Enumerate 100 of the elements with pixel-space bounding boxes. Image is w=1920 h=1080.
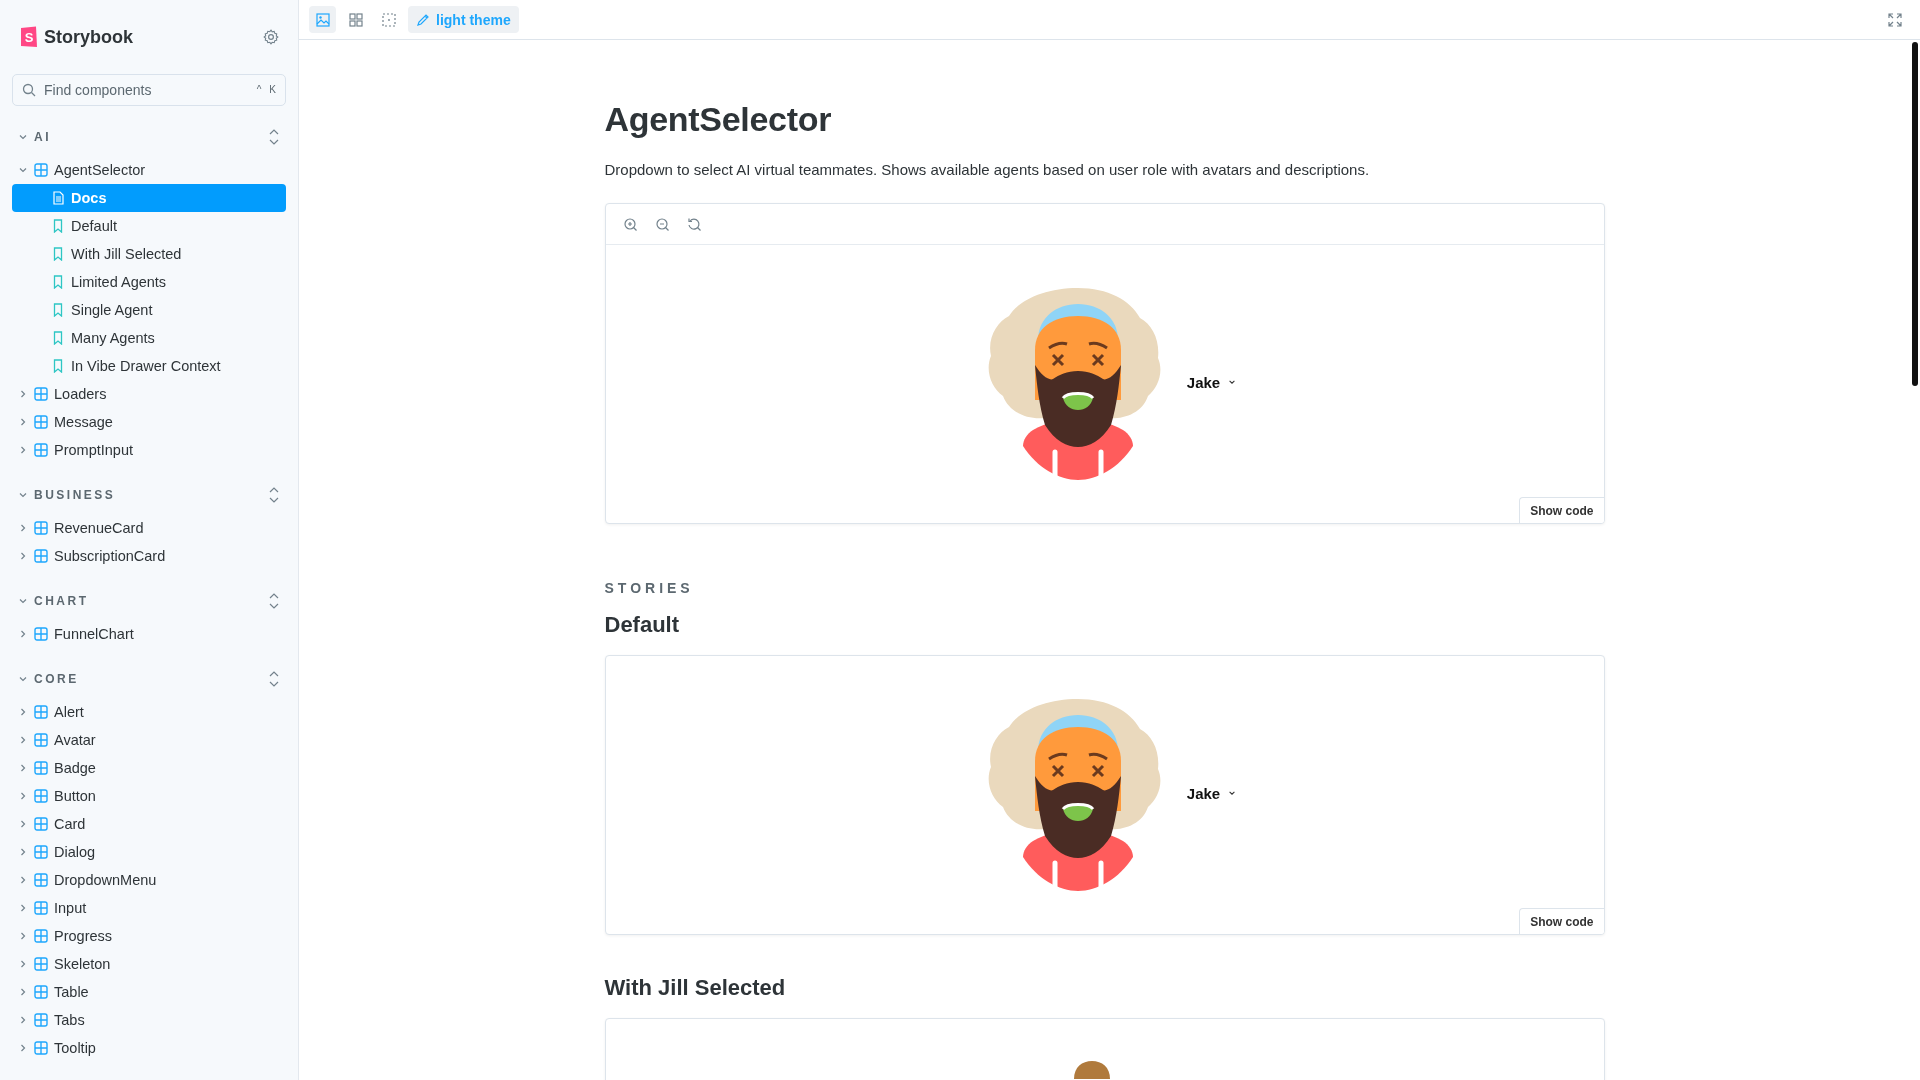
chevron-down-icon bbox=[18, 674, 28, 684]
shortcut-key: ^ bbox=[256, 84, 262, 95]
tree-item[interactable]: Dialog bbox=[12, 838, 286, 866]
reset-icon bbox=[686, 217, 701, 231]
tree-item[interactable]: Avatar bbox=[12, 726, 286, 754]
show-code-button[interactable]: Show code bbox=[1519, 908, 1604, 934]
bookmark-icon bbox=[51, 303, 65, 317]
component-grid-icon bbox=[34, 789, 48, 803]
gear-icon bbox=[263, 29, 279, 45]
chevron-right-icon bbox=[18, 1015, 28, 1025]
chevron-right-icon bbox=[18, 735, 28, 745]
component-grid-icon bbox=[34, 549, 48, 563]
settings-button[interactable] bbox=[262, 28, 280, 46]
tree-item[interactable]: Message bbox=[12, 408, 286, 436]
scrollbar-thumb[interactable] bbox=[1912, 42, 1918, 386]
show-code-button[interactable]: Show code bbox=[1519, 497, 1604, 523]
component-grid-icon bbox=[34, 957, 48, 971]
expand-collapse-icon bbox=[268, 128, 280, 146]
tree-item[interactable]: AgentSelector bbox=[12, 156, 286, 184]
tree-item[interactable]: Badge bbox=[12, 754, 286, 782]
component-grid-icon bbox=[34, 761, 48, 775]
tree-item[interactable]: Input bbox=[12, 894, 286, 922]
component-grid-icon bbox=[34, 845, 48, 859]
toolbar-button[interactable] bbox=[309, 6, 336, 33]
chevron-right-icon bbox=[18, 987, 28, 997]
logo-icon: S bbox=[20, 26, 38, 48]
chevron-right-icon bbox=[18, 1043, 28, 1053]
brand-name: Storybook bbox=[44, 26, 133, 48]
chevron-right-icon bbox=[18, 875, 28, 885]
tree-item[interactable]: Tabs bbox=[12, 1006, 286, 1034]
story-heading: Default bbox=[604, 612, 681, 638]
component-grid-icon bbox=[34, 985, 48, 999]
zoom-out-icon bbox=[654, 217, 669, 231]
chevron-down-icon bbox=[18, 165, 28, 175]
tree-item[interactable]: Many Agents bbox=[12, 324, 286, 352]
tree-item[interactable]: Table bbox=[12, 978, 286, 1006]
chevron-right-icon bbox=[18, 523, 28, 533]
expand-collapse-icon bbox=[268, 670, 280, 688]
expand-collapse-icon bbox=[268, 486, 280, 504]
chevron-right-icon bbox=[18, 931, 28, 941]
tree-item[interactable]: Progress bbox=[12, 922, 286, 950]
bookmark-icon bbox=[51, 219, 65, 233]
component-grid-icon bbox=[34, 521, 48, 535]
agent-dropdown[interactable]: Jake bbox=[1186, 784, 1237, 802]
chevron-right-icon bbox=[18, 847, 28, 857]
tree-item[interactable]: DropdownMenu bbox=[12, 866, 286, 894]
chevron-right-icon bbox=[18, 903, 28, 913]
chevron-right-icon bbox=[18, 819, 28, 829]
component-grid-icon bbox=[34, 817, 48, 831]
zoom-in-icon bbox=[622, 217, 637, 231]
chevron-right-icon bbox=[18, 629, 28, 639]
tree-item[interactable]: Skeleton bbox=[12, 950, 286, 978]
section-header[interactable]: AI bbox=[12, 130, 51, 144]
component-grid-icon bbox=[34, 873, 48, 887]
component-grid-icon bbox=[34, 733, 48, 747]
tree-item[interactable]: Tooltip bbox=[12, 1034, 286, 1062]
tree-item[interactable]: PromptInput bbox=[12, 436, 286, 464]
chevron-down-icon bbox=[18, 132, 28, 142]
fullscreen-icon bbox=[1888, 12, 1902, 27]
component-grid-icon bbox=[34, 163, 48, 177]
section-header[interactable]: BUSINESS bbox=[12, 488, 116, 502]
component-grid-icon bbox=[34, 387, 48, 401]
document-icon bbox=[51, 191, 65, 205]
section-header[interactable]: CHART bbox=[12, 594, 89, 608]
tree-item[interactable]: Button bbox=[12, 782, 286, 810]
chevron-right-icon bbox=[18, 417, 28, 427]
component-grid-icon bbox=[34, 705, 48, 719]
chevron-right-icon bbox=[18, 389, 28, 399]
tree-item[interactable]: RevenueCard bbox=[12, 514, 286, 542]
agent-dropdown[interactable]: Jake bbox=[1186, 373, 1237, 391]
component-grid-icon bbox=[34, 901, 48, 915]
chevron-right-icon bbox=[18, 707, 28, 717]
tree-item[interactable]: With Jill Selected bbox=[12, 240, 286, 268]
description-text: Dropdown to select AI virtual teammates. Shows available agents based on user role with avatars and descriptions. bbox=[604, 161, 1371, 178]
tree-item[interactable]: Single Agent bbox=[12, 296, 286, 324]
chevron-right-icon bbox=[18, 791, 28, 801]
chevron-right-icon bbox=[18, 959, 28, 969]
section-header[interactable]: CORE bbox=[12, 672, 79, 686]
chevron-right-icon bbox=[18, 445, 28, 455]
component-grid-icon bbox=[34, 1013, 48, 1027]
chevron-right-icon bbox=[18, 763, 28, 773]
component-grid-icon bbox=[34, 929, 48, 943]
chevron-down-icon bbox=[18, 490, 28, 500]
tree-item[interactable]: FunnelChart bbox=[12, 620, 286, 648]
tree-item[interactable]: In Vibe Drawer Context bbox=[12, 352, 286, 380]
grid-icon bbox=[348, 12, 363, 27]
bookmark-icon bbox=[51, 359, 65, 373]
image-icon bbox=[315, 12, 330, 27]
bookmark-icon bbox=[51, 331, 65, 345]
tree-item[interactable]: Alert bbox=[12, 698, 286, 726]
page-title: AgentSelector bbox=[604, 100, 833, 139]
tree-item[interactable]: Default bbox=[12, 212, 286, 240]
tree-item[interactable]: Limited Agents bbox=[12, 268, 286, 296]
tree-item[interactable]: SubscriptionCard bbox=[12, 542, 286, 570]
component-grid-icon bbox=[34, 1041, 48, 1055]
component-grid-icon bbox=[34, 415, 48, 429]
tree-item[interactable]: Card bbox=[12, 810, 286, 838]
tree-item[interactable]: Loaders bbox=[12, 380, 286, 408]
story-heading: With Jill Selected bbox=[604, 975, 787, 1001]
bookmark-icon bbox=[51, 247, 65, 261]
